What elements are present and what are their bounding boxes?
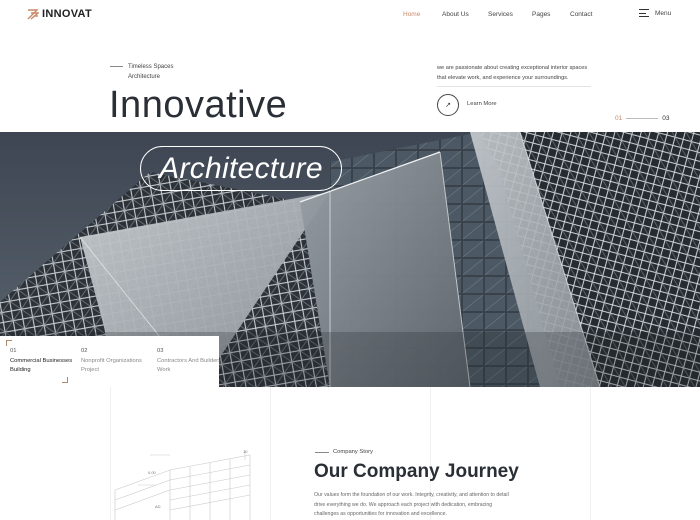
tagline-divider (110, 66, 123, 67)
slide-progress-line (626, 118, 659, 119)
story-title: Our Company Journey (314, 461, 519, 482)
grid-line (270, 387, 271, 520)
project-title: Commercial Businesses Building (10, 357, 73, 374)
story-description: Our values form the foundation of our wo… (314, 492, 509, 517)
nav-contact[interactable]: Contact (570, 11, 592, 18)
hero-description: we are passionate about creating excepti… (437, 65, 588, 81)
corner-accent (6, 340, 12, 346)
nav-about-us[interactable]: About Us (442, 11, 469, 18)
arrow-up-right-icon: ↗ (445, 102, 451, 109)
slide-current[interactable]: 01 (615, 115, 622, 122)
menu-button[interactable]: Menu (639, 9, 671, 17)
nav-home[interactable]: Home (403, 11, 420, 18)
sketch-label: AD (155, 504, 161, 509)
menu-label: Menu (655, 9, 672, 17)
story-label: Company Story (333, 449, 373, 455)
hamburger-icon (639, 9, 649, 17)
story-divider (315, 452, 329, 453)
slide-counter: 01 03 (615, 115, 669, 122)
learn-more-button[interactable]: ↗ (437, 94, 459, 116)
nav-services[interactable]: Services (488, 11, 513, 18)
project-item-1[interactable]: 01 Commercial Businesses Building (10, 347, 80, 376)
hero-title: Innovative (109, 84, 288, 126)
slide-total[interactable]: 03 (662, 115, 669, 122)
project-item-2[interactable]: 02 Nonprofit Organizations Project (81, 347, 151, 376)
project-number: 03 (157, 348, 164, 354)
projects-card: 01 Commercial Businesses Building 02 Non… (0, 336, 221, 387)
sketch-label: 10 (243, 449, 248, 454)
learn-more-label[interactable]: Learn More (467, 101, 497, 107)
hero-tagline: Timeless Spaces Architecture (128, 62, 208, 82)
hero-divider (437, 86, 591, 87)
corner-accent (62, 377, 68, 383)
project-title: Contractors And Builders Work (157, 357, 222, 374)
nav-pages[interactable]: Pages (532, 11, 550, 18)
project-item-3[interactable]: 03 Contractors And Builders Work (157, 347, 227, 376)
grid-line (590, 387, 591, 520)
architecture-sketch: 10 0.00 AD (114, 449, 251, 520)
main-nav: Home About Us Services Pages Contact (0, 11, 700, 23)
project-number: 02 (81, 348, 88, 354)
project-title: Nonprofit Organizations Project (81, 357, 142, 374)
tagline-line-1: Timeless Spaces (128, 64, 174, 70)
architecture-overlay-text: Architecture (159, 151, 323, 185)
site-header: INNOVAT Home About Us Services Pages Con… (0, 0, 700, 30)
tagline-line-2: Architecture (128, 74, 161, 80)
architecture-pill: Architecture (140, 146, 342, 191)
sketch-label: 0.00 (148, 470, 157, 475)
project-number: 01 (10, 348, 17, 354)
